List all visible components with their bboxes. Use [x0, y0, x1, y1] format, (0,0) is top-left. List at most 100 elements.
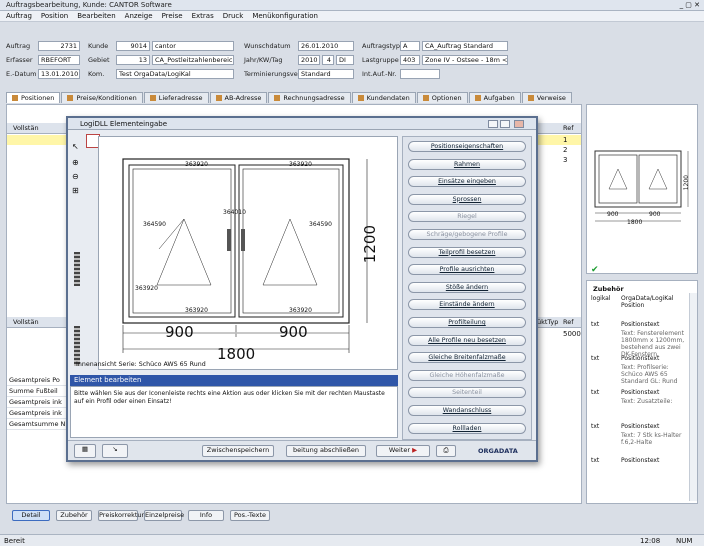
- tab-1[interactable]: Preise/Konditionen: [61, 92, 143, 103]
- auftragstyp-code-field[interactable]: A: [400, 41, 420, 51]
- bottom-button-4[interactable]: Info: [188, 510, 224, 521]
- menu-item-2[interactable]: Bearbeiten: [77, 12, 115, 20]
- close-button[interactable]: [514, 120, 524, 128]
- kunde-field[interactable]: 9014: [116, 41, 150, 51]
- dialog-titlebar: LogiDLL Elementeingabe: [68, 118, 536, 130]
- wunschdatum-field[interactable]: 26.01.2010: [298, 41, 354, 51]
- action-button-list: Positionseigenschaften Rahmen Einsätze ein…: [402, 136, 532, 440]
- zubehoer-scrollbar[interactable]: [689, 293, 697, 501]
- bottom-button-0[interactable]: Detail: [12, 510, 50, 521]
- tool-column: ↖ ⊕ ⊖ ⊞: [72, 140, 84, 370]
- tab-bar: Positionen Preise/Konditionen Lieferadress…: [6, 92, 573, 104]
- bottom-button-2[interactable]: Preiskorrektur: [98, 510, 144, 521]
- profile-label: 363920: [135, 285, 158, 292]
- maximize-button[interactable]: [500, 120, 510, 128]
- tab-4[interactable]: Rechnungsadresse: [268, 92, 351, 103]
- profile-label: 363920: [185, 307, 208, 314]
- menu-item-5[interactable]: Extras: [192, 12, 214, 20]
- tab-icon: [12, 95, 18, 101]
- kw-field[interactable]: 4: [322, 55, 334, 65]
- bearbeitung-abschliessen-button[interactable]: beitung abschließen: [286, 445, 366, 457]
- zubehoer-title: Zubehör: [593, 285, 624, 293]
- action-button-10[interactable]: Profilteilung: [408, 317, 526, 328]
- jahr-field[interactable]: 2010: [298, 55, 320, 65]
- profile-label: 363920: [185, 161, 208, 168]
- profile-handle-icon[interactable]: [74, 326, 80, 366]
- action-button-0[interactable]: Positionseigenschaften: [408, 141, 526, 152]
- action-button-6[interactable]: Teilprofil besetzen: [408, 246, 526, 258]
- kunde-name-field[interactable]: cantor: [152, 41, 234, 51]
- tab-icon: [527, 95, 534, 101]
- tab-0[interactable]: Positionen: [6, 92, 61, 103]
- auftragstyp-field[interactable]: CA_Auftrag Standard: [422, 41, 508, 51]
- zoom-fit-icon[interactable]: ⊞: [72, 186, 79, 195]
- tab-6[interactable]: Optionen: [416, 92, 468, 103]
- erfasser-label: Erfasser: [6, 56, 33, 64]
- pointer-icon[interactable]: ↖: [72, 142, 79, 151]
- profile-label: 364590: [309, 221, 332, 228]
- measure-icon-button[interactable]: ↘: [102, 444, 128, 458]
- print-icon-button[interactable]: ⎙: [436, 445, 456, 457]
- bottom-button-5[interactable]: Pos.-Texte: [230, 510, 270, 521]
- auftrag-field[interactable]: 2731: [38, 41, 80, 51]
- kom-label: Kom.: [88, 70, 105, 78]
- termin-select[interactable]: Standard: [298, 69, 354, 79]
- minimize-button[interactable]: [488, 120, 498, 128]
- tab-7[interactable]: Aufgaben: [468, 92, 521, 103]
- profile-handle-icon[interactable]: [74, 252, 80, 286]
- menu-item-4[interactable]: Preise: [162, 12, 183, 20]
- drawing-canvas[interactable]: 363920 363920 364590 364590 364010 36392…: [98, 136, 398, 370]
- lastgruppe-code-field[interactable]: 403: [400, 55, 420, 65]
- tag-field[interactable]: DI: [336, 55, 354, 65]
- menu-item-7[interactable]: Menükonfiguration: [252, 12, 318, 20]
- zubehoer-key: txt: [591, 423, 600, 430]
- zubehoer-key: txt: [591, 321, 600, 328]
- zubehoer-value: Positionstext: [621, 457, 660, 464]
- zubehoer-sub: Text: Profilserie: Schüco AWS 65 Standar…: [621, 364, 678, 385]
- window-controls[interactable]: _ ▢ ✕: [680, 1, 700, 9]
- bottom-button-3[interactable]: Einzelpreise: [144, 510, 184, 521]
- edatum-field[interactable]: 13.01.2010: [38, 69, 80, 79]
- action-button-13: Gleiche Höhenfalzmaße: [408, 369, 526, 381]
- action-button-12[interactable]: Gleiche Breitenfalzmaße: [408, 352, 526, 364]
- zwischenspeichern-button[interactable]: Zwischenspeichern: [202, 445, 274, 457]
- menu-item-3[interactable]: Anzeige: [125, 12, 153, 20]
- tab-label: Kundendaten: [366, 94, 410, 102]
- status-time: 12:08: [640, 537, 661, 545]
- tab-8[interactable]: Verweise: [521, 92, 572, 103]
- menu-item-1[interactable]: Position: [41, 12, 68, 20]
- weiter-button[interactable]: Weiter ▶: [376, 445, 430, 457]
- grid-icon-button[interactable]: ▦: [74, 444, 96, 458]
- action-button-8[interactable]: Stöße ändern: [408, 281, 526, 293]
- tab-2[interactable]: Lieferadresse: [143, 92, 209, 103]
- menu-item-0[interactable]: Auftrag: [6, 12, 32, 20]
- action-button-15[interactable]: Wandanschluss: [408, 405, 526, 416]
- action-button-7[interactable]: Profile ausrichten: [408, 264, 526, 276]
- intauf-field[interactable]: [400, 69, 440, 79]
- zoom-in-icon[interactable]: ⊕: [72, 158, 79, 167]
- weiter-label: Weiter: [388, 446, 410, 454]
- lastgruppe-field[interactable]: Zone IV - Ostsee - 18m < Höhe: [422, 55, 508, 65]
- menu-item-6[interactable]: Druck: [223, 12, 244, 20]
- order-header: Auftrag 2731 Kunde 9014 cantor Wunschdat…: [0, 36, 704, 86]
- zoom-out-icon[interactable]: ⊖: [72, 172, 79, 181]
- action-button-9[interactable]: Einstände ändern: [408, 299, 526, 311]
- gebiet-field[interactable]: 13: [116, 55, 150, 65]
- action-button-16[interactable]: Rollladen: [408, 422, 526, 434]
- action-button-3[interactable]: Sprossen: [408, 193, 526, 205]
- action-button-14: Seitenteil: [408, 387, 526, 399]
- action-button-1[interactable]: Rahmen: [408, 158, 526, 170]
- kom-field[interactable]: Test OrgaData/LogiKal: [116, 69, 234, 79]
- action-button-11[interactable]: Alle Profile neu besetzen: [408, 334, 526, 346]
- col-vollstaendig-2: Vollstän: [13, 318, 39, 326]
- gebiet-name-field[interactable]: CA_Postleitzahlenbereich 3...: [152, 55, 234, 65]
- dim-width-right: 900: [279, 323, 308, 341]
- dim-height: 1200: [361, 225, 379, 264]
- lastgruppe-label: Lastgruppe: [362, 56, 399, 64]
- tab-5[interactable]: Kundendaten: [351, 92, 416, 103]
- bottom-button-1[interactable]: Zubehör: [56, 510, 92, 521]
- row-ref: 1: [563, 136, 568, 144]
- tab-3[interactable]: AB-Adresse: [209, 92, 268, 103]
- erfasser-field[interactable]: RBEFORT: [38, 55, 80, 65]
- action-button-2[interactable]: Einsätze eingeben: [408, 176, 526, 188]
